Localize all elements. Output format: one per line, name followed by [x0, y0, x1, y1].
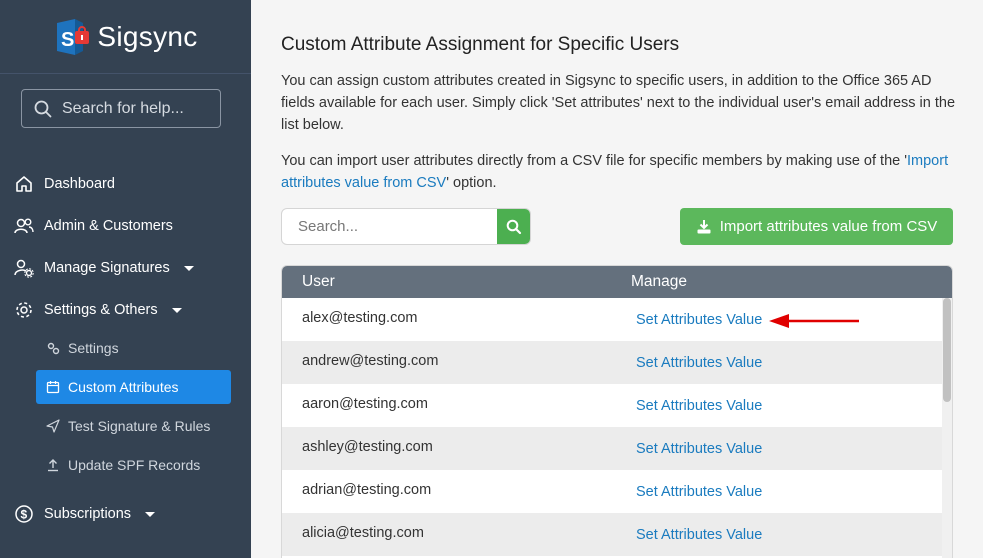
brand-header[interactable]: S Sigsync	[0, 0, 251, 74]
annotation-arrow-icon	[769, 314, 859, 328]
user-email: alicia@testing.com	[302, 525, 424, 541]
table-header: User Manage	[282, 266, 952, 298]
user-email: ashley@testing.com	[302, 439, 433, 455]
sidebar-item-label: Admin & Customers	[44, 218, 173, 234]
sidebar-subitem-label: Custom Attributes	[68, 379, 179, 395]
sidebar-item-label: Subscriptions	[44, 506, 132, 522]
import-csv-button-label: Import attributes value from CSV	[719, 218, 938, 235]
upload-icon	[48, 459, 58, 472]
sidebar-item-label: Dashboard	[44, 176, 115, 192]
sidebar-item-label: Manage Signatures	[44, 260, 170, 276]
send-icon	[46, 419, 60, 433]
main-content: Custom Attribute Assignment for Specific…	[251, 0, 983, 558]
set-attributes-link[interactable]: Set Attributes Value	[636, 312, 762, 328]
import-csv-button[interactable]: Import attributes value from CSV	[680, 208, 953, 245]
sidebar-subitem-test-signature-rules[interactable]: Test Signature & Rules	[46, 418, 210, 434]
users-table: User Manage alex@testing.com Set Attribu…	[281, 265, 953, 558]
sidebar-item-settings-others[interactable]: Settings & Others	[14, 300, 182, 320]
calendar-icon	[46, 381, 60, 394]
sidebar-subitem-update-spf-records[interactable]: Update SPF Records	[46, 457, 200, 473]
set-attributes-link[interactable]: Set Attributes Value	[636, 441, 762, 457]
svg-text:S: S	[61, 29, 74, 51]
sidebar-subitem-label: Test Signature & Rules	[68, 418, 211, 434]
user-gear-icon	[14, 259, 34, 278]
home-icon	[16, 176, 32, 192]
sidebar: S Sigsync Dashboard Admin & Customers Ma…	[0, 0, 251, 558]
sidebar-subitem-label: Update SPF Records	[68, 457, 201, 473]
import-description-paragraph: You can import user attributes directly …	[281, 150, 961, 194]
search-icon	[506, 219, 521, 234]
users-icon	[14, 218, 34, 234]
user-email: adrian@testing.com	[302, 482, 432, 498]
table-row: aaron@testing.com Set Attributes Value	[282, 384, 952, 427]
search-icon	[34, 100, 52, 117]
sidebar-item-dashboard[interactable]: Dashboard	[14, 174, 115, 194]
chevron-down-icon	[171, 307, 182, 313]
set-attributes-link[interactable]: Set Attributes Value	[636, 527, 762, 543]
help-search-box[interactable]	[21, 89, 221, 128]
table-row: alicia@testing.com Set Attributes Value	[282, 513, 952, 556]
user-search-input[interactable]	[282, 209, 497, 244]
sidebar-item-manage-signatures[interactable]: Manage Signatures	[14, 258, 194, 278]
sidebar-item-subscriptions[interactable]: $ Subscriptions	[14, 504, 156, 524]
user-search-box[interactable]	[281, 208, 531, 245]
download-icon	[697, 219, 711, 233]
description-paragraph: You can assign custom attributes created…	[281, 73, 956, 133]
svg-text:$: $	[21, 508, 28, 522]
user-email: andrew@testing.com	[302, 353, 439, 369]
chevron-down-icon	[145, 511, 156, 517]
page-title: Custom Attribute Assignment for Specific…	[281, 34, 680, 55]
table-row: ashley@testing.com Set Attributes Value	[282, 427, 952, 470]
sidebar-item-label: Settings & Others	[44, 302, 158, 318]
column-header-manage: Manage	[631, 273, 688, 290]
user-email: alex@testing.com	[302, 310, 418, 326]
import-description-suffix: ' option.	[446, 175, 497, 191]
gear-icon	[16, 302, 32, 318]
table-body: alex@testing.com Set Attributes Value an…	[282, 298, 952, 556]
sidebar-subitem-settings[interactable]: Settings	[46, 340, 119, 356]
user-search-button[interactable]	[497, 209, 530, 244]
gears-icon	[47, 342, 60, 355]
set-attributes-link[interactable]: Set Attributes Value	[636, 484, 762, 500]
column-header-user: User	[302, 273, 335, 290]
sidebar-item-admin-customers[interactable]: Admin & Customers	[14, 216, 173, 236]
sigsync-logo-icon: S	[53, 17, 91, 57]
brand-name: Sigsync	[97, 20, 198, 52]
help-search-input[interactable]	[62, 99, 212, 118]
table-scrollbar-thumb[interactable]	[943, 298, 951, 402]
sidebar-subitem-label: Settings	[68, 340, 119, 356]
set-attributes-link[interactable]: Set Attributes Value	[636, 355, 762, 371]
chevron-down-icon	[183, 265, 194, 271]
sidebar-subitem-custom-attributes[interactable]: Custom Attributes	[36, 370, 231, 404]
table-row: adrian@testing.com Set Attributes Value	[282, 470, 952, 513]
user-email: aaron@testing.com	[302, 396, 428, 412]
table-row: andrew@testing.com Set Attributes Value	[282, 341, 952, 384]
import-description-prefix: You can import user attributes directly …	[281, 153, 907, 169]
set-attributes-link[interactable]: Set Attributes Value	[636, 398, 762, 414]
dollar-icon: $	[15, 505, 33, 523]
